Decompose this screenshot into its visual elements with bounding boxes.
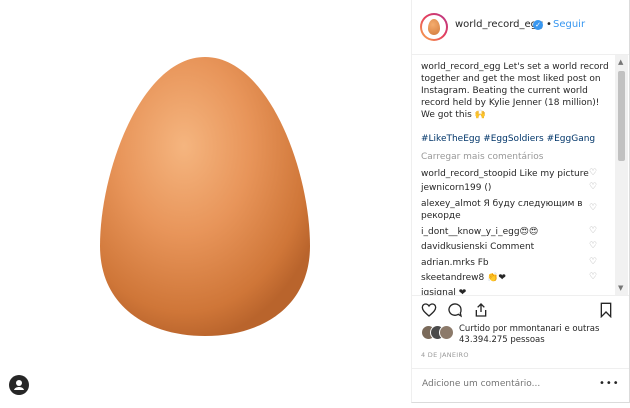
comment-text: Comment bbox=[487, 242, 535, 252]
comment-text: 👏❤ bbox=[484, 273, 506, 283]
comment-item: world_record_stoopid Like my picture bbox=[421, 168, 591, 180]
comment-item: jgsignal ❤ bbox=[421, 287, 591, 295]
comment-text: ❤ bbox=[455, 288, 467, 295]
avatar bbox=[439, 325, 454, 340]
comment-username[interactable]: skeetandrew8 bbox=[421, 273, 484, 283]
post-header: world_record_egg ✓ • Seguir bbox=[412, 0, 629, 55]
comment-text: Fb bbox=[474, 258, 489, 268]
comment-username[interactable]: adrian.mrks bbox=[421, 258, 475, 268]
comments-scrollbar[interactable]: ▲ ▼ bbox=[615, 55, 628, 295]
comment-input[interactable] bbox=[420, 378, 594, 390]
comment-like-icon[interactable]: ♡ bbox=[589, 226, 597, 236]
more-options-icon[interactable]: ••• bbox=[599, 378, 620, 389]
comment-text: () bbox=[481, 183, 492, 193]
comment-username[interactable]: davidkusienski bbox=[421, 242, 487, 252]
comment-item: alexey_almot Я буду следующим в рекорде bbox=[421, 198, 591, 222]
scroll-up-arrow-icon[interactable]: ▲ bbox=[618, 58, 623, 66]
hashtags[interactable]: #LikeTheEgg #EggSoldiers #EggGang bbox=[421, 134, 595, 144]
post-photo[interactable] bbox=[0, 0, 411, 404]
follow-button[interactable]: Seguir bbox=[553, 19, 585, 30]
comment-item: jewnicorn199 () bbox=[421, 182, 591, 194]
likes-summary: Curtido por mmontanari e outras 43.394.2… bbox=[412, 322, 629, 348]
comment-username[interactable]: jgsignal bbox=[421, 288, 456, 295]
comment-text: 😍😍 bbox=[519, 227, 539, 237]
user-tags-button[interactable] bbox=[9, 375, 29, 395]
comment-like-icon[interactable]: ♡ bbox=[589, 203, 597, 213]
profile-avatar[interactable] bbox=[420, 13, 448, 41]
username-link[interactable]: world_record_egg bbox=[455, 19, 543, 30]
comment-username[interactable]: jewnicorn199 bbox=[421, 183, 481, 193]
separator: • bbox=[546, 19, 552, 30]
share-icon[interactable] bbox=[473, 302, 489, 318]
post-date: 4 DE JANEIRO bbox=[421, 351, 469, 359]
comment-item: adrian.mrks Fb bbox=[421, 257, 591, 269]
comment-like-icon[interactable]: ♡ bbox=[589, 182, 597, 192]
scrollbar-thumb[interactable] bbox=[618, 71, 625, 161]
comment-item: skeetandrew8 👏❤ bbox=[421, 272, 591, 284]
comment-like-icon[interactable]: ♡ bbox=[589, 241, 597, 251]
comment-like-icon[interactable]: ♡ bbox=[589, 168, 597, 178]
likes-count[interactable]: Curtido por mmontanari e outras 43.394.2… bbox=[459, 324, 624, 346]
verified-icon: ✓ bbox=[533, 20, 543, 30]
heart-icon[interactable] bbox=[421, 302, 437, 318]
comment-username[interactable]: world_record_stoopid bbox=[421, 169, 517, 179]
comment-item: davidkusienski Comment bbox=[421, 241, 591, 253]
caption: world_record_egg Let's set a world recor… bbox=[421, 61, 611, 121]
comment-like-icon[interactable]: ♡ bbox=[589, 272, 597, 282]
post-side-panel: world_record_egg ✓ • Seguir world_record… bbox=[411, 0, 630, 403]
user-icon bbox=[14, 380, 24, 390]
liker-avatars bbox=[421, 325, 454, 340]
comments-list[interactable]: world_record_egg Let's set a world recor… bbox=[412, 55, 615, 295]
load-more-comments[interactable]: Carregar mais comentários bbox=[421, 152, 543, 162]
bookmark-icon[interactable] bbox=[598, 302, 614, 318]
comment-icon[interactable] bbox=[447, 302, 463, 318]
comment-username[interactable]: alexey_almot bbox=[421, 199, 481, 209]
scroll-down-arrow-icon[interactable]: ▼ bbox=[618, 284, 623, 292]
caption-username[interactable]: world_record_egg bbox=[421, 62, 501, 72]
post-modal: world_record_egg ✓ • Seguir world_record… bbox=[0, 0, 630, 404]
egg-image bbox=[100, 57, 310, 336]
comment-username[interactable]: i_dont__know_y_i_egg bbox=[421, 227, 520, 237]
comment-like-icon[interactable]: ♡ bbox=[589, 257, 597, 267]
egg-avatar-icon bbox=[428, 19, 440, 35]
comment-item: i_dont__know_y_i_egg😍😍 bbox=[421, 226, 591, 238]
comment-text: Like my picture bbox=[516, 169, 589, 179]
add-comment-bar: ••• bbox=[412, 368, 629, 403]
